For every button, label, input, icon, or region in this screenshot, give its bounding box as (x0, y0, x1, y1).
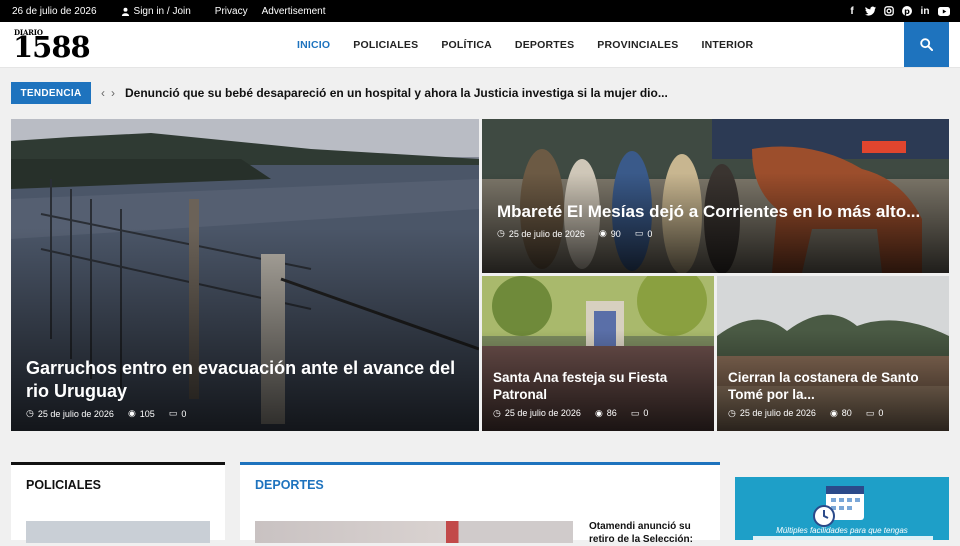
nav-item-provinciales[interactable]: PROVINCIALES (597, 39, 678, 51)
youtube-icon[interactable] (938, 6, 950, 16)
eye-icon: ◉ (127, 408, 136, 418)
nav-item-interior[interactable]: INTERIOR (701, 39, 753, 51)
hero-title-3[interactable]: Santa Ana festeja su Fiesta Patronal (493, 370, 700, 404)
hero-views-2: 90 (610, 228, 621, 239)
comment-icon: ▭ (865, 407, 875, 418)
hero-article-3[interactable]: Santa Ana festeja su Fiesta Patronal ◷ 2… (482, 276, 714, 431)
chevron-left-icon[interactable]: ‹ (101, 86, 105, 100)
pinterest-icon[interactable]: p (902, 6, 912, 16)
hero-title-1[interactable]: Garruchos entro en evacuación ante el av… (26, 357, 465, 402)
facebook-icon[interactable]: f (847, 6, 857, 17)
trending-headline[interactable]: Denunció que su bebé desapareció en un h… (125, 86, 668, 100)
hero-title-2[interactable]: Mbareté El Mesías dejó a Corrientes en l… (497, 201, 935, 222)
linkedin-icon[interactable]: in (920, 6, 930, 17)
hero-meta-1: ◷ 25 de julio de 2026 ◉ 105 ▭ 0 (26, 408, 465, 419)
hero-date-4: 25 de julio de 2026 (739, 408, 816, 419)
clock-icon: ◷ (26, 408, 34, 418)
clock-icon: ◷ (493, 407, 501, 418)
hero-meta-4: ◷ 25 de julio de 2026 ◉ 80 ▭ 0 (728, 408, 935, 419)
chevron-right-icon[interactable]: › (111, 86, 115, 100)
social-links: f p in (847, 0, 950, 22)
advertisement-banner[interactable]: Múltiples facilidades para que tengas (735, 477, 949, 540)
hero-meta-2: ◷ 25 de julio de 2026 ◉ 90 ▭ 0 (497, 228, 935, 239)
hero-views-4: 80 (841, 408, 852, 419)
signin-label: Sign in / Join (133, 5, 191, 17)
top-bar: 26 de julio de 2026 Sign in / Join Priva… (0, 0, 960, 22)
ad-text: Múltiples facilidades para que tengas (776, 526, 908, 535)
comment-icon: ▭ (630, 407, 640, 418)
hero-comments-3: 0 (643, 408, 649, 419)
section-title-deportes[interactable]: DEPORTES (240, 465, 720, 492)
hero-date-1: 25 de julio de 2026 (37, 408, 114, 419)
user-icon (121, 7, 129, 16)
main-nav: INICIO POLICIALES POLÍTICA DEPORTES PROV… (297, 22, 776, 68)
search-button[interactable] (904, 22, 949, 67)
nav-item-politica[interactable]: POLÍTICA (441, 39, 492, 51)
current-date: 26 de julio de 2026 (12, 5, 97, 17)
instagram-icon[interactable] (884, 6, 894, 16)
trending-label: TENDENCIA (11, 82, 91, 104)
nav-item-deportes[interactable]: DEPORTES (515, 39, 574, 51)
eye-icon: ◉ (594, 407, 603, 418)
eye-icon: ◉ (829, 407, 838, 418)
hero-comments-1: 0 (181, 408, 187, 419)
site-logo[interactable]: DIARIO 1588 (13, 26, 97, 64)
section-deportes: DEPORTES Otamendi anunció su retiro de l… (240, 462, 720, 545)
nav-item-inicio[interactable]: INICIO (297, 39, 330, 51)
svg-text:p: p (904, 7, 910, 16)
nav-item-policiales[interactable]: POLICIALES (353, 39, 418, 51)
trending-arrows: ‹ › (101, 86, 115, 100)
hero-views-1: 105 (139, 408, 155, 419)
search-icon (920, 38, 933, 51)
hero-date-2: 25 de julio de 2026 (508, 228, 585, 239)
hero-date-3: 25 de julio de 2026 (504, 408, 581, 419)
hero-article-2[interactable]: Mbareté El Mesías dejó a Corrientes en l… (482, 119, 949, 273)
deportes-article-title[interactable]: Otamendi anunció su retiro de la Selecci… (589, 520, 707, 546)
site-header: DIARIO 1588 INICIO POLICIALES POLÍTICA D… (0, 22, 960, 68)
hero-views-3: 86 (606, 408, 617, 419)
comment-icon: ▭ (634, 228, 644, 239)
hero-meta-3: ◷ 25 de julio de 2026 ◉ 86 ▭ 0 (493, 408, 700, 419)
section-title-policiales[interactable]: POLICIALES (11, 465, 225, 492)
signin-link[interactable]: Sign in / Join (121, 6, 191, 17)
logo-big-text: 1588 (13, 30, 91, 64)
privacy-link[interactable]: Privacy (215, 6, 248, 17)
ad-headline-strip (753, 536, 933, 540)
hero-comments-4: 0 (878, 408, 884, 419)
twitter-icon[interactable] (865, 6, 876, 16)
hero-comments-2: 0 (647, 228, 653, 239)
calendar-icon (813, 486, 864, 527)
comment-icon: ▭ (168, 408, 178, 418)
clock-icon: ◷ (728, 407, 736, 418)
hero-title-4[interactable]: Cierran la costanera de Santo Tomé por l… (728, 370, 935, 404)
advertisement-link[interactable]: Advertisement (262, 6, 326, 17)
hero-article-1[interactable]: Garruchos entro en evacuación ante el av… (11, 119, 479, 431)
section-policiales: POLICIALES (11, 462, 225, 543)
trending-bar: TENDENCIA ‹ › Denunció que su bebé desap… (11, 82, 668, 104)
clock-icon: ◷ (497, 228, 505, 239)
hero-article-4[interactable]: Cierran la costanera de Santo Tomé por l… (717, 276, 949, 431)
eye-icon: ◉ (598, 228, 607, 239)
